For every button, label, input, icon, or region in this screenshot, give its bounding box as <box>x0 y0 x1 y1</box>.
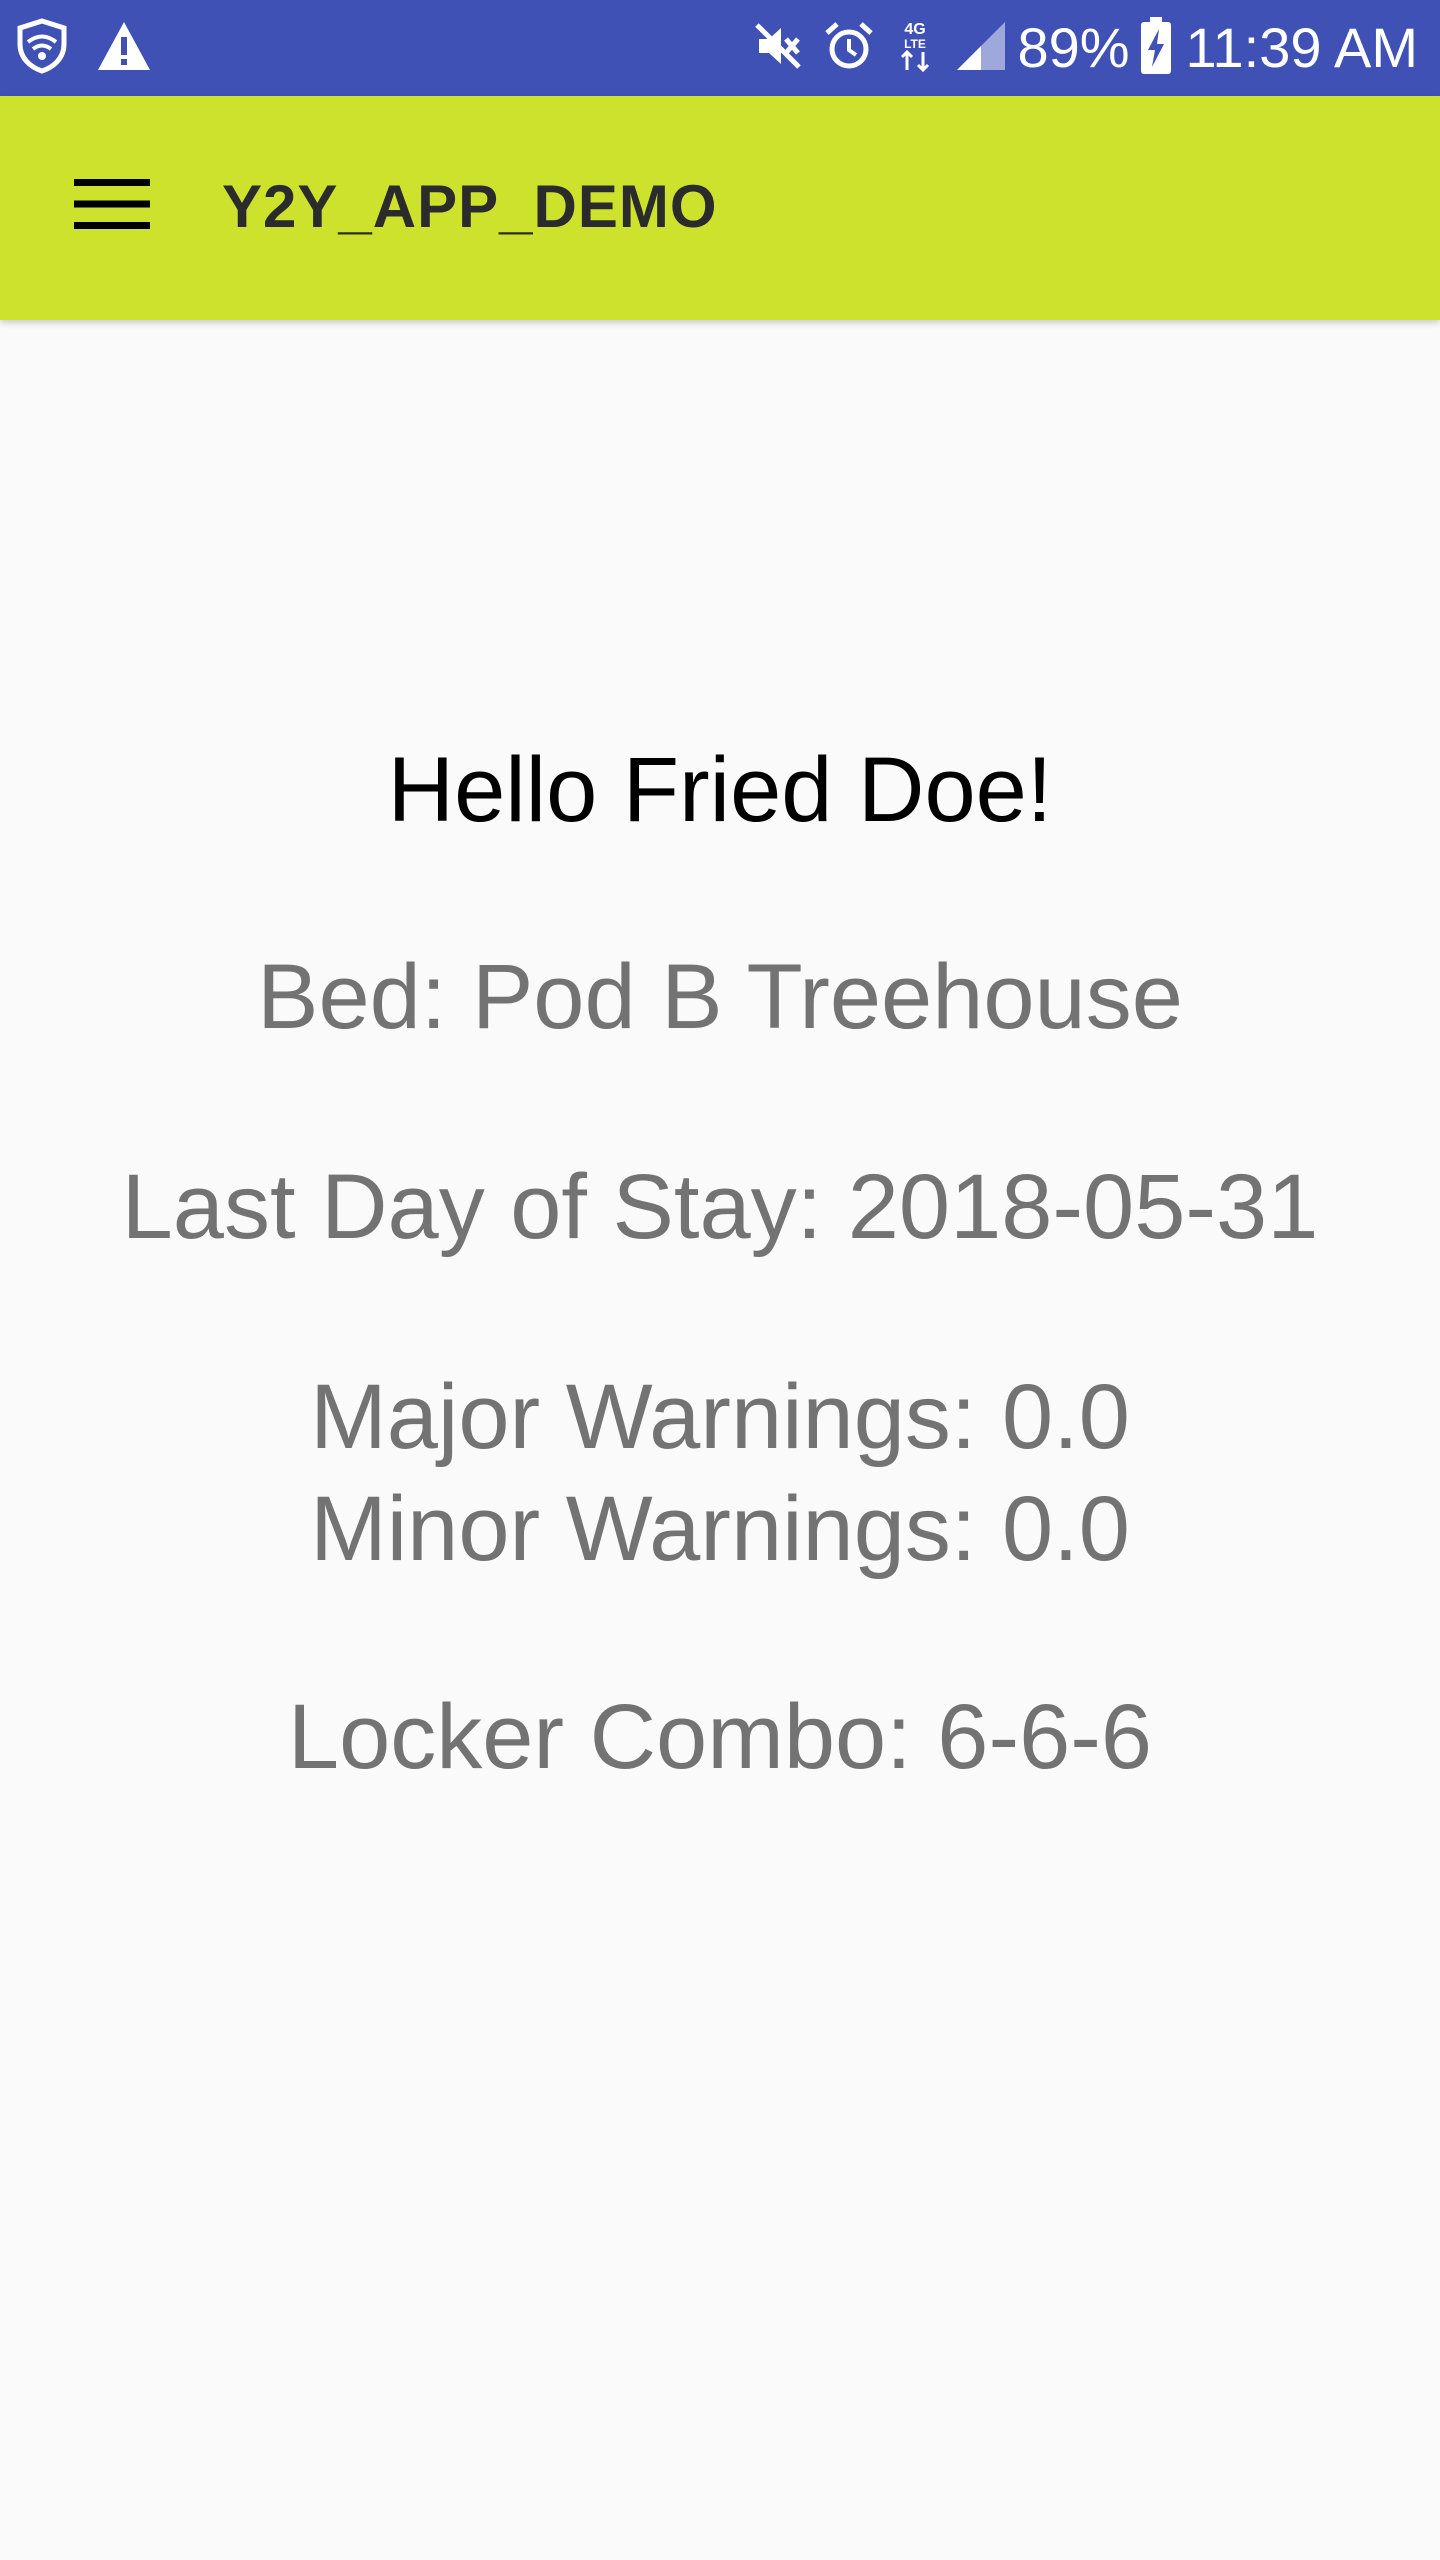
battery-charging-icon <box>1140 16 1172 80</box>
4g-lte-data-icon: 4G LTE <box>895 18 935 79</box>
app-bar <box>0 96 1440 320</box>
navigation-drawer-button[interactable] <box>56 150 168 262</box>
shield-wifi-icon <box>14 17 70 79</box>
locker-combo-text: Locker Combo: 6-6-6 <box>287 1686 1153 1788</box>
battery-percent: 89% <box>1017 16 1130 79</box>
hamburger-menu-icon <box>74 176 150 237</box>
svg-text:LTE: LTE <box>905 37 927 51</box>
status-bar-right: 4G LTE 89% 11:39 AM <box>733 14 1418 82</box>
status-bar-time: 11:39 AM <box>1185 16 1418 79</box>
major-warnings-text: Major Warnings: 0.0 <box>310 1366 1130 1468</box>
warning-icon <box>96 20 152 77</box>
svg-text:4G: 4G <box>905 21 926 38</box>
bed-text: Bed: Pod B Treehouse <box>257 946 1183 1048</box>
mute-icon <box>753 21 803 76</box>
status-bar: 4G LTE 89% 11:39 AM <box>0 0 1440 96</box>
last-day-of-stay-text: Last Day of Stay: 2018-05-31 <box>121 1156 1319 1258</box>
app-title: Y2Y_APP_DEMO <box>222 173 718 240</box>
signal-icon <box>955 20 1007 77</box>
alarm-icon <box>823 20 875 77</box>
status-bar-left <box>14 17 178 79</box>
greeting-text: Hello Fried Doe! <box>387 739 1053 841</box>
minor-warnings-text: Minor Warnings: 0.0 <box>310 1478 1130 1580</box>
